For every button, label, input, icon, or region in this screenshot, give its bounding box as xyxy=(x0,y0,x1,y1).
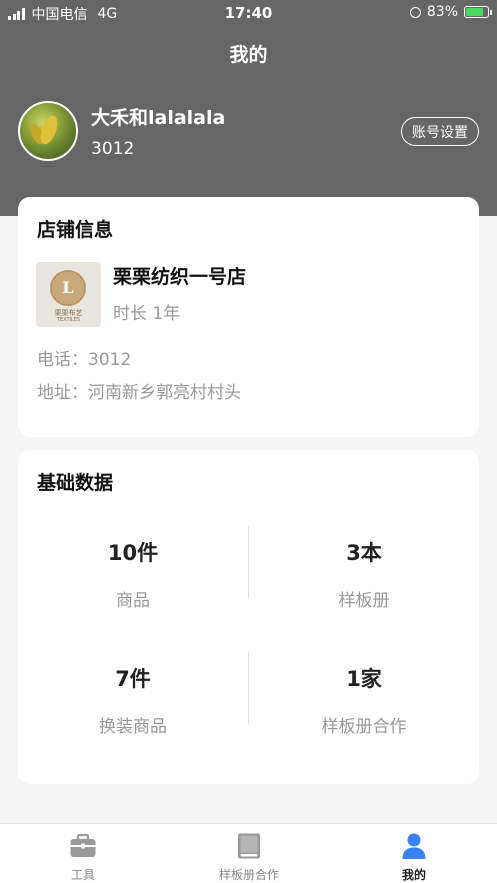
battery-icon xyxy=(464,6,492,18)
store-logo: L 栗栗布艺 TEXTILES xyxy=(36,262,101,327)
store-phone: 电话：3012 xyxy=(37,350,132,370)
stat-value: 7件 xyxy=(115,667,151,691)
status-bar: 中国电信 4G 17:40 83% xyxy=(0,0,497,26)
stat-label: 商品 xyxy=(116,591,150,611)
store-duration: 时长 1年 xyxy=(113,304,181,324)
basic-data-title: 基础数据 xyxy=(37,472,114,494)
stat-label: 样板册合作 xyxy=(321,717,407,737)
avatar[interactable] xyxy=(18,101,78,161)
store-info-card: 店铺信息 L 栗栗布艺 TEXTILES 栗栗纺织一号店 时长 1年 电话：30… xyxy=(18,197,479,437)
page-title: 我的 xyxy=(229,44,268,66)
user-name: 大禾和lalalala xyxy=(91,107,226,129)
store-logo-subtext: TEXTILES xyxy=(56,317,81,323)
store-info-title: 店铺信息 xyxy=(37,219,114,241)
stat-label: 换装商品 xyxy=(99,717,167,737)
tab-sample-book-partners[interactable]: 样板册合作 xyxy=(166,824,332,883)
toolbox-icon xyxy=(70,833,96,857)
stat-label: 样板册 xyxy=(338,591,390,611)
stat-products[interactable]: 10件 商品 xyxy=(18,537,248,611)
user-id: 3012 xyxy=(91,139,135,159)
tab-label: 我的 xyxy=(401,868,426,882)
stat-sample-book-partners[interactable]: 1家 样板册合作 xyxy=(249,663,479,737)
person-icon xyxy=(402,833,426,859)
account-settings-button[interactable]: 账号设置 xyxy=(401,117,479,146)
stat-value: 10件 xyxy=(107,541,159,565)
store-logo-letter: L xyxy=(62,278,74,297)
stat-value: 3本 xyxy=(346,541,382,565)
tab-label: 样板册合作 xyxy=(218,868,279,882)
store-name: 栗栗纺织一号店 xyxy=(113,266,247,288)
tab-label: 工具 xyxy=(70,868,95,882)
tab-bar: 工具 样板册合作 我的 xyxy=(0,823,497,883)
tab-tools[interactable]: 工具 xyxy=(0,824,166,883)
store-address: 地址：河南新乡郭亮村村头 xyxy=(37,383,241,403)
stat-value: 1家 xyxy=(346,667,382,691)
orientation-lock-icon xyxy=(409,6,421,18)
header-background xyxy=(0,0,497,216)
book-icon xyxy=(238,833,260,859)
tab-mine[interactable]: 我的 xyxy=(331,824,497,883)
battery-fill xyxy=(466,8,484,16)
status-right: 83% xyxy=(409,4,492,20)
stat-swap-products[interactable]: 7件 换装商品 xyxy=(18,663,248,737)
stat-sample-books[interactable]: 3本 样板册 xyxy=(249,537,479,611)
basic-data-card: 基础数据 10件 商品 3本 样板册 7件 换装商品 1家 样板册合作 xyxy=(18,450,479,784)
battery-percent: 83% xyxy=(426,4,458,20)
